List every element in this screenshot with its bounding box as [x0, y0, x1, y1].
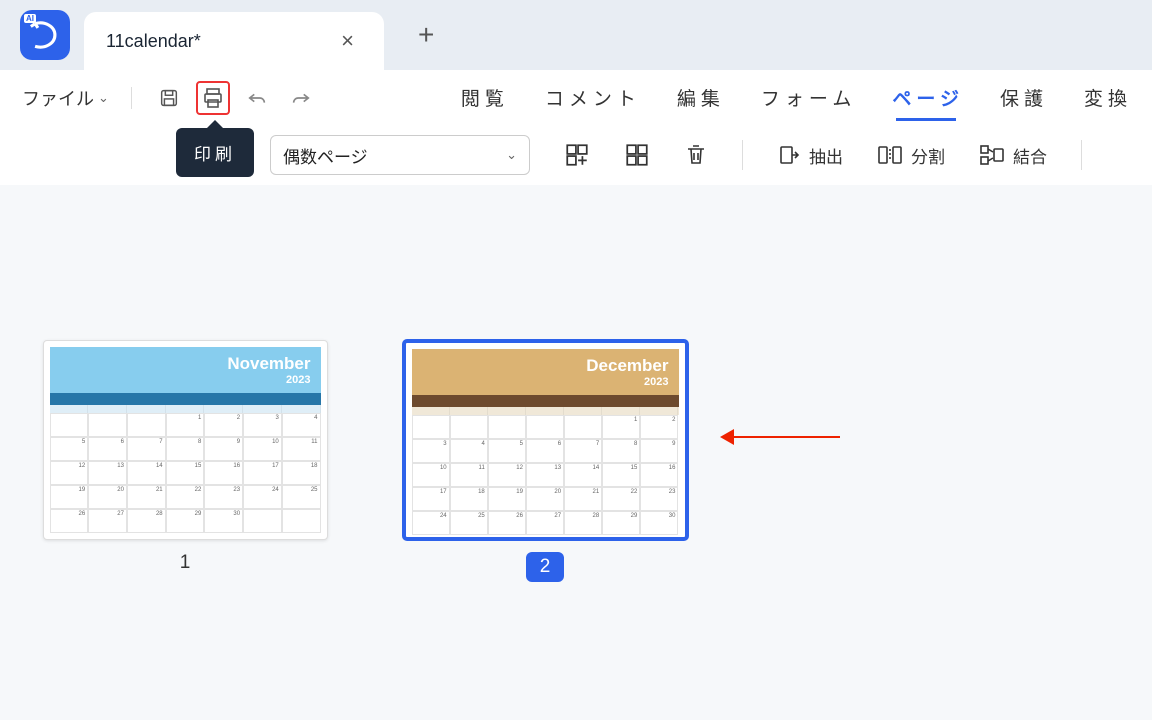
new-tab-button[interactable]: + [418, 19, 434, 51]
tab-browse[interactable]: 閲覧 [461, 84, 509, 111]
page-toolbar: 偶数ページ ⌄ 抽出 分割 結合 [0, 125, 1152, 185]
extract-label: 抽出 [809, 143, 843, 168]
split-label: 分割 [911, 143, 945, 168]
calendar-year: 2023 [644, 376, 668, 388]
tab-form[interactable]: フォーム [761, 84, 856, 111]
separator [1081, 140, 1082, 170]
separator [131, 87, 132, 109]
calendar-year: 2023 [286, 374, 310, 386]
undo-button[interactable] [240, 81, 274, 115]
calendar-month: November [227, 354, 310, 374]
tab-protect[interactable]: 保護 [1000, 84, 1048, 111]
extract-button[interactable]: 抽出 [777, 143, 843, 168]
calendar-month: December [586, 356, 668, 376]
select-value: 偶数ページ [283, 143, 368, 168]
close-icon[interactable]: × [341, 28, 354, 54]
chevron-down-icon: ⌄ [506, 147, 517, 163]
split-button[interactable]: 分割 [877, 143, 945, 168]
file-menu-label: ファイル [22, 85, 94, 111]
chevron-down-icon: ⌄ [98, 90, 109, 106]
merge-button[interactable]: 結合 [979, 143, 1047, 168]
print-button[interactable] [196, 81, 230, 115]
document-tab[interactable]: 11calendar* × [84, 12, 384, 70]
separator [742, 140, 743, 170]
tab-comment[interactable]: コメント [545, 84, 641, 111]
tab-page[interactable]: ページ [892, 84, 964, 111]
page-thumbnail-1[interactable]: November 2023 1234 567891011 12131415161… [40, 340, 330, 582]
merge-label: 結合 [1013, 143, 1047, 168]
page-filter-select[interactable]: 偶数ページ ⌄ [270, 135, 530, 175]
redo-button[interactable] [284, 81, 318, 115]
annotation-arrow [720, 427, 840, 447]
tab-convert[interactable]: 変換 [1084, 84, 1132, 111]
file-menu[interactable]: ファイル ⌄ [20, 81, 111, 115]
print-tooltip: 印刷 [176, 128, 254, 177]
page-thumbnail-2[interactable]: December 2023 12 3456789 10111213141516 … [400, 340, 690, 582]
delete-page-button[interactable] [684, 143, 708, 167]
tab-strip: AI 11calendar* × + [0, 0, 1152, 70]
menu-bar: ファイル ⌄ 閲覧 コメント 編集 フォーム ページ 保護 変換 [0, 70, 1152, 125]
ai-badge: AI [24, 14, 36, 23]
page-thumbnails-pane: November 2023 1234 567891011 12131415161… [0, 185, 1152, 720]
app-logo[interactable]: AI [20, 10, 70, 60]
page-number: 2 [526, 552, 565, 582]
tab-edit[interactable]: 編集 [677, 84, 725, 111]
save-button[interactable] [152, 81, 186, 115]
tab-title: 11calendar* [106, 31, 201, 52]
rotate-page-button[interactable] [624, 142, 650, 168]
insert-page-button[interactable] [564, 142, 590, 168]
page-number: 1 [180, 552, 191, 574]
